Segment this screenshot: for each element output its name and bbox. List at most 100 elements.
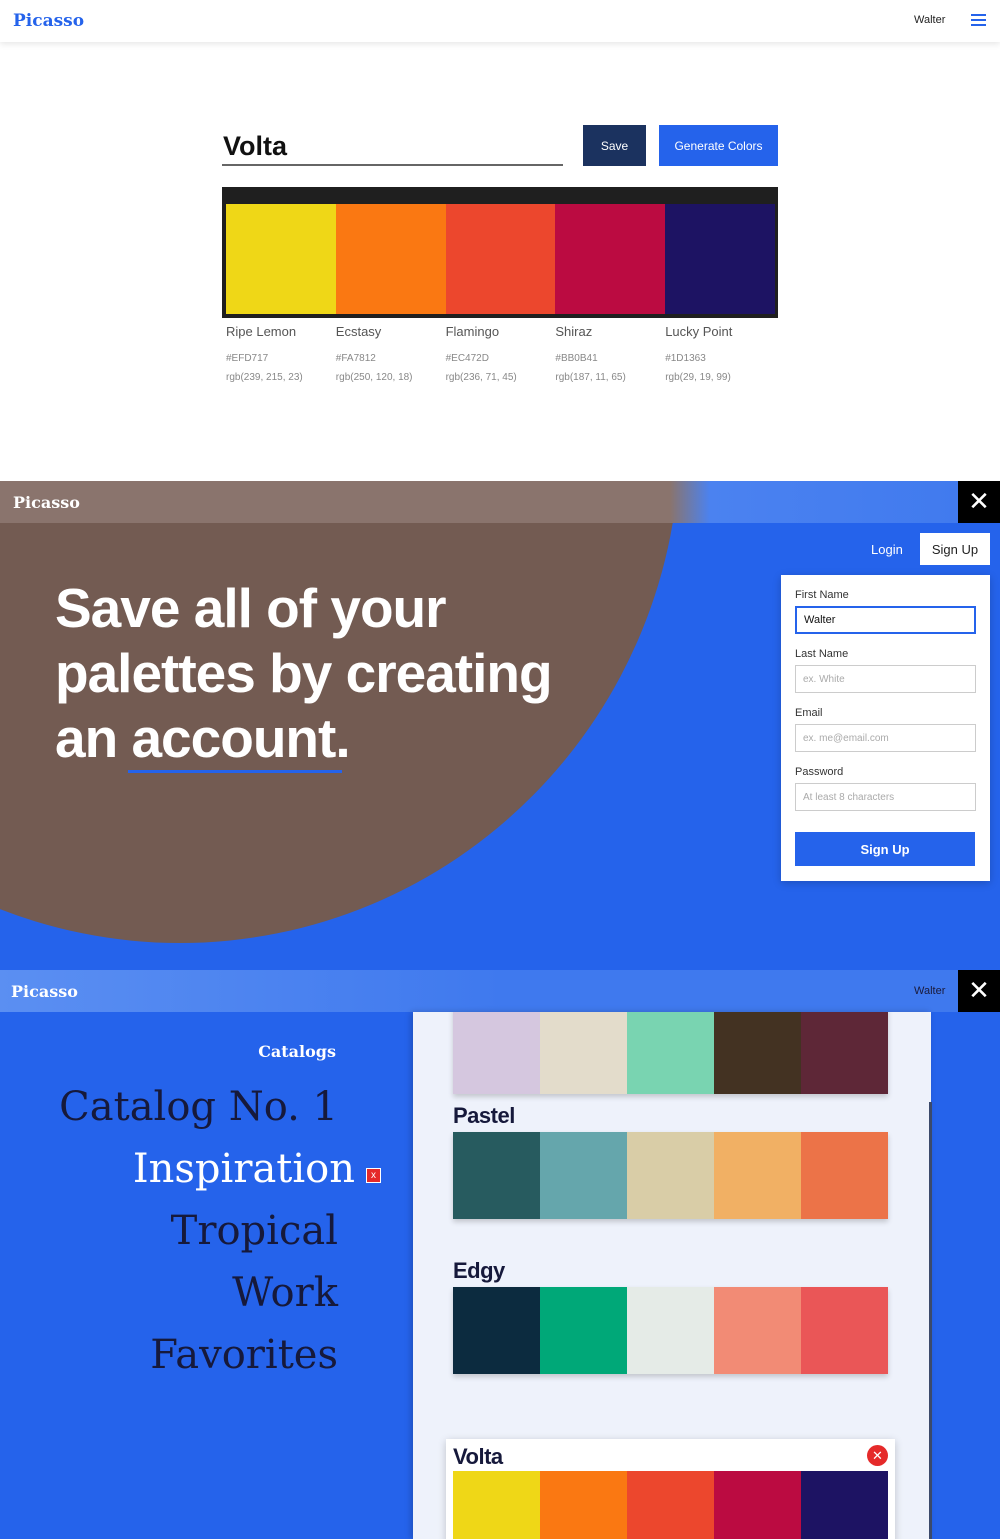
palette-swatch[interactable] bbox=[627, 1287, 714, 1374]
color-hex: #BB0B41 bbox=[555, 353, 598, 364]
palette-swatch[interactable] bbox=[714, 1132, 801, 1219]
palette-swatch[interactable] bbox=[801, 1471, 888, 1539]
color-swatch[interactable] bbox=[445, 204, 556, 314]
color-name: Lucky Point bbox=[665, 324, 733, 339]
palette-swatch[interactable] bbox=[540, 1012, 627, 1094]
color-rgb: rgb(250, 120, 18) bbox=[335, 372, 413, 383]
last-name-field[interactable] bbox=[795, 665, 976, 693]
color-hex: #EFD717 bbox=[226, 353, 269, 364]
delete-palette-icon[interactable]: ✕ bbox=[867, 1445, 888, 1466]
palette-swatch[interactable] bbox=[714, 1471, 801, 1539]
color-name: Ecstasy bbox=[335, 324, 382, 339]
headline-emphasis: account. bbox=[131, 707, 350, 769]
palette-title[interactable]: Volta bbox=[453, 1444, 503, 1470]
first-name-label: First Name bbox=[795, 589, 849, 601]
palette-name-input[interactable] bbox=[222, 128, 563, 166]
email-label: Email bbox=[795, 707, 823, 719]
color-info: Ecstasy #FA7812 rgb(250, 120, 18) bbox=[336, 324, 446, 383]
color-swatch[interactable] bbox=[226, 204, 336, 314]
palette-card-hovered[interactable]: Volta ✕ bbox=[446, 1439, 895, 1539]
top-navbar: Picasso Walter bbox=[0, 970, 1000, 1012]
generate-colors-button[interactable]: Generate Colors bbox=[659, 125, 778, 166]
login-link[interactable]: Login bbox=[871, 542, 903, 557]
save-button[interactable]: Save bbox=[583, 125, 646, 166]
top-navbar: Picasso Walter bbox=[0, 0, 1000, 42]
app-logo[interactable]: Picasso bbox=[13, 493, 80, 512]
color-labels: Ripe Lemon #EFD717 rgb(239, 215, 23) Ecs… bbox=[226, 324, 775, 383]
color-rgb: rgb(187, 11, 65) bbox=[555, 372, 626, 383]
color-rgb: rgb(29, 19, 99) bbox=[665, 372, 731, 383]
palette-row[interactable] bbox=[453, 1287, 888, 1374]
signup-nav-button[interactable]: Sign Up bbox=[920, 533, 990, 565]
palette-swatch[interactable] bbox=[627, 1132, 714, 1219]
hamburger-menu-icon[interactable] bbox=[971, 14, 986, 26]
palette-list-panel: Pastel Edgy Volta ✕ bbox=[413, 1012, 931, 1539]
color-hex: #EC472D bbox=[445, 353, 489, 364]
headline-line: palettes by creating bbox=[55, 642, 553, 704]
headline-line: an account. bbox=[55, 706, 615, 771]
palette-swatch[interactable] bbox=[627, 1471, 714, 1539]
headline-line: Save all of your bbox=[55, 577, 447, 639]
top-navbar: Picasso bbox=[0, 481, 1000, 523]
palette-swatch[interactable] bbox=[714, 1012, 801, 1094]
palette-swatch[interactable] bbox=[453, 1132, 540, 1219]
signup-form: First Name Last Name Email Password Sign… bbox=[781, 575, 990, 881]
color-info: Lucky Point #1D1363 rgb(29, 19, 99) bbox=[665, 324, 775, 383]
signup-submit-button[interactable]: Sign Up bbox=[795, 832, 975, 866]
palette-swatch[interactable] bbox=[801, 1012, 888, 1094]
catalog-item-active[interactable]: Inspiration bbox=[133, 1146, 355, 1192]
user-name[interactable]: Walter bbox=[914, 985, 945, 997]
app-logo[interactable]: Picasso bbox=[13, 11, 84, 31]
palette-row[interactable] bbox=[453, 1012, 888, 1094]
palette-row[interactable] bbox=[453, 1132, 888, 1219]
close-icon[interactable]: ✕ bbox=[958, 970, 1000, 1012]
signup-headline: Save all of your palettes by creating an… bbox=[55, 576, 615, 773]
color-info: Flamingo #EC472D rgb(236, 71, 45) bbox=[446, 324, 556, 383]
palette-swatch[interactable] bbox=[801, 1287, 888, 1374]
palette-swatch[interactable] bbox=[627, 1012, 714, 1094]
palette-swatch[interactable] bbox=[540, 1287, 627, 1374]
catalog-item[interactable]: Work bbox=[232, 1270, 338, 1316]
palette-swatch[interactable] bbox=[540, 1132, 627, 1219]
color-name: Flamingo bbox=[445, 324, 500, 339]
color-name: Ripe Lemon bbox=[226, 324, 297, 339]
catalog-item[interactable]: Tropical bbox=[171, 1208, 338, 1254]
palette-swatch[interactable] bbox=[453, 1012, 540, 1094]
close-icon[interactable]: ✕ bbox=[958, 481, 1000, 523]
palette-swatch[interactable] bbox=[453, 1287, 540, 1374]
color-hex: #1D1363 bbox=[665, 353, 706, 364]
palette-title[interactable]: Pastel bbox=[453, 1103, 515, 1129]
first-name-field[interactable] bbox=[795, 606, 976, 634]
palette-editor-screen: Picasso Walter Save Generate Colors Ripe… bbox=[0, 0, 1000, 481]
catalog-item[interactable]: Catalog No. 1 bbox=[59, 1084, 338, 1130]
color-swatch[interactable] bbox=[555, 204, 666, 314]
password-label: Password bbox=[795, 766, 844, 778]
signup-screen: Picasso ✕ Login Sign Up Save all of your… bbox=[0, 481, 1000, 970]
palette-swatch[interactable] bbox=[540, 1471, 627, 1539]
panel-scrollbar[interactable] bbox=[929, 1102, 932, 1539]
palette-swatches bbox=[226, 204, 775, 314]
palette-swatch[interactable] bbox=[453, 1471, 540, 1539]
delete-catalog-icon[interactable]: x bbox=[366, 1168, 381, 1183]
color-rgb: rgb(239, 215, 23) bbox=[226, 372, 303, 383]
catalog-item[interactable]: Favorites bbox=[150, 1332, 338, 1378]
color-swatch[interactable] bbox=[665, 204, 775, 314]
palette-title[interactable]: Edgy bbox=[453, 1258, 505, 1284]
headline-text: an bbox=[55, 707, 132, 769]
palette-row[interactable] bbox=[453, 1471, 888, 1539]
catalogs-heading: Catalogs bbox=[258, 1042, 336, 1061]
user-name[interactable]: Walter bbox=[914, 14, 945, 26]
catalogs-screen: Picasso Walter ✕ Catalogs Catalog No. 1 … bbox=[0, 970, 1000, 1539]
color-swatch[interactable] bbox=[335, 204, 446, 314]
headline-underline bbox=[128, 770, 342, 773]
last-name-label: Last Name bbox=[795, 648, 849, 660]
password-field[interactable] bbox=[795, 783, 976, 811]
color-info: Shiraz #BB0B41 rgb(187, 11, 65) bbox=[555, 324, 665, 383]
app-logo[interactable]: Picasso bbox=[11, 982, 78, 1001]
color-rgb: rgb(236, 71, 45) bbox=[445, 372, 517, 383]
color-hex: #FA7812 bbox=[335, 353, 376, 364]
palette-swatch[interactable] bbox=[801, 1132, 888, 1219]
color-name: Shiraz bbox=[555, 324, 593, 339]
palette-swatch[interactable] bbox=[714, 1287, 801, 1374]
email-field[interactable] bbox=[795, 724, 976, 752]
